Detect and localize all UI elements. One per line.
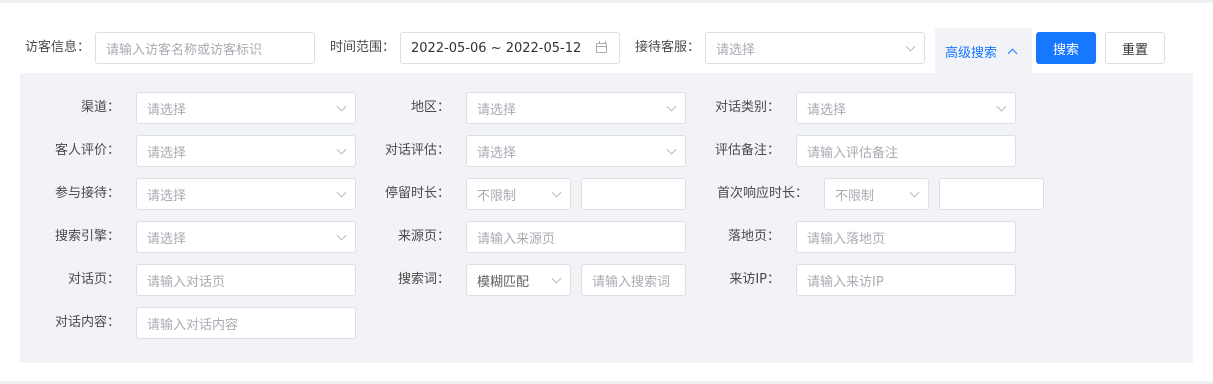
keyword-mode-select[interactable]: 模糊匹配 — [466, 264, 571, 296]
category-select[interactable]: 请选择 — [796, 92, 1016, 124]
stay-duration-input[interactable] — [581, 178, 686, 210]
agent-select-placeholder: 请选择 — [716, 42, 756, 58]
search-engine-label: 搜索引擎： — [54, 229, 120, 244]
visitor-ip-label: 来访IP： — [729, 272, 780, 287]
stay-duration-select[interactable]: 不限制 — [466, 178, 571, 210]
landing-page-input[interactable]: 请输入落地页 — [796, 221, 1016, 253]
time-range-picker[interactable]: 2022-05-06 ~ 2022-05-12 — [400, 32, 620, 64]
chevron-down-icon — [336, 230, 347, 241]
visitor-ip-placeholder: 请输入来访IP — [807, 274, 884, 290]
participant-label: 参与接待： — [54, 186, 120, 201]
region-select[interactable]: 请选择 — [466, 92, 686, 124]
chevron-down-icon — [551, 187, 562, 198]
evaluation-select[interactable]: 请选择 — [466, 135, 686, 167]
chevron-down-icon — [336, 144, 347, 155]
region-label: 地区： — [410, 100, 450, 115]
dialog-content-label: 对话内容： — [54, 315, 120, 330]
note-input-placeholder: 请输入评估备注 — [807, 145, 899, 161]
participant-select[interactable]: 请选择 — [136, 178, 356, 210]
calendar-icon — [596, 41, 607, 53]
note-label: 评估备注： — [714, 143, 780, 158]
visitor-info-label: 访客信息： — [25, 40, 91, 55]
channel-label: 渠道： — [80, 100, 120, 115]
source-page-input[interactable]: 请输入来源页 — [466, 221, 686, 253]
advanced-search-label: 高级搜索 — [945, 45, 998, 61]
keyword-label: 搜索词： — [397, 272, 450, 287]
keyword-input[interactable]: 请输入搜索词 — [581, 264, 686, 296]
reset-button[interactable]: 重置 — [1105, 32, 1165, 64]
rating-select-placeholder: 请选择 — [147, 145, 187, 161]
keyword-input-placeholder: 请输入搜索词 — [592, 274, 671, 290]
dialog-content-placeholder: 请输入对话内容 — [147, 317, 239, 333]
top-divider — [0, 0, 1213, 3]
agent-select[interactable]: 请选择 — [705, 32, 925, 64]
first-response-select[interactable]: 不限制 — [824, 178, 929, 210]
evaluation-select-placeholder: 请选择 — [477, 145, 517, 161]
landing-page-label: 落地页： — [727, 229, 780, 244]
evaluation-label: 对话评估： — [384, 143, 450, 158]
first-response-input[interactable] — [939, 178, 1044, 210]
dialog-page-input[interactable]: 请输入对话页 — [136, 264, 356, 296]
chevron-down-icon — [909, 187, 920, 198]
visitor-ip-input[interactable]: 请输入来访IP — [796, 264, 1016, 296]
stay-duration-label: 停留时长： — [384, 186, 450, 201]
category-select-placeholder: 请选择 — [807, 102, 847, 118]
stay-duration-select-value: 不限制 — [477, 188, 517, 204]
keyword-mode-value: 模糊匹配 — [477, 274, 530, 290]
chevron-down-icon — [905, 41, 916, 52]
visitor-info-input[interactable]: 请输入访客名称或访客标识 — [95, 32, 315, 64]
chevron-down-icon — [666, 144, 677, 155]
participant-select-placeholder: 请选择 — [147, 188, 187, 204]
time-range-label: 时间范围： — [330, 40, 396, 55]
visitor-info-placeholder: 请输入访客名称或访客标识 — [106, 42, 263, 58]
channel-select[interactable]: 请选择 — [136, 92, 356, 124]
chevron-down-icon — [336, 187, 347, 198]
chevron-up-icon — [1007, 48, 1018, 58]
first-response-select-value: 不限制 — [835, 188, 875, 204]
agent-label: 接待客服： — [635, 40, 701, 55]
advanced-search-toggle[interactable]: 高级搜索 — [935, 28, 1032, 74]
note-input[interactable]: 请输入评估备注 — [796, 135, 1016, 167]
region-select-placeholder: 请选择 — [477, 102, 517, 118]
source-page-placeholder: 请输入来源页 — [477, 231, 556, 247]
search-engine-select[interactable]: 请选择 — [136, 221, 356, 253]
rating-select[interactable]: 请选择 — [136, 135, 356, 167]
rating-label: 客人评价： — [54, 143, 120, 158]
chevron-down-icon — [666, 101, 677, 112]
chevron-down-icon — [551, 273, 562, 284]
search-engine-select-placeholder: 请选择 — [147, 231, 187, 247]
chevron-down-icon — [996, 101, 1007, 112]
search-button[interactable]: 搜索 — [1036, 32, 1096, 64]
dialog-page-label: 对话页： — [67, 272, 120, 287]
dialog-page-placeholder: 请输入对话页 — [147, 274, 226, 290]
chevron-down-icon — [336, 101, 347, 112]
first-response-label: 首次响应时长： — [716, 186, 808, 201]
channel-select-placeholder: 请选择 — [147, 102, 187, 118]
category-label: 对话类别： — [714, 100, 780, 115]
source-page-label: 来源页： — [397, 229, 450, 244]
dialog-content-input[interactable]: 请输入对话内容 — [136, 307, 356, 339]
landing-page-placeholder: 请输入落地页 — [807, 231, 886, 247]
time-range-value: 2022-05-06 ~ 2022-05-12 — [411, 40, 582, 56]
